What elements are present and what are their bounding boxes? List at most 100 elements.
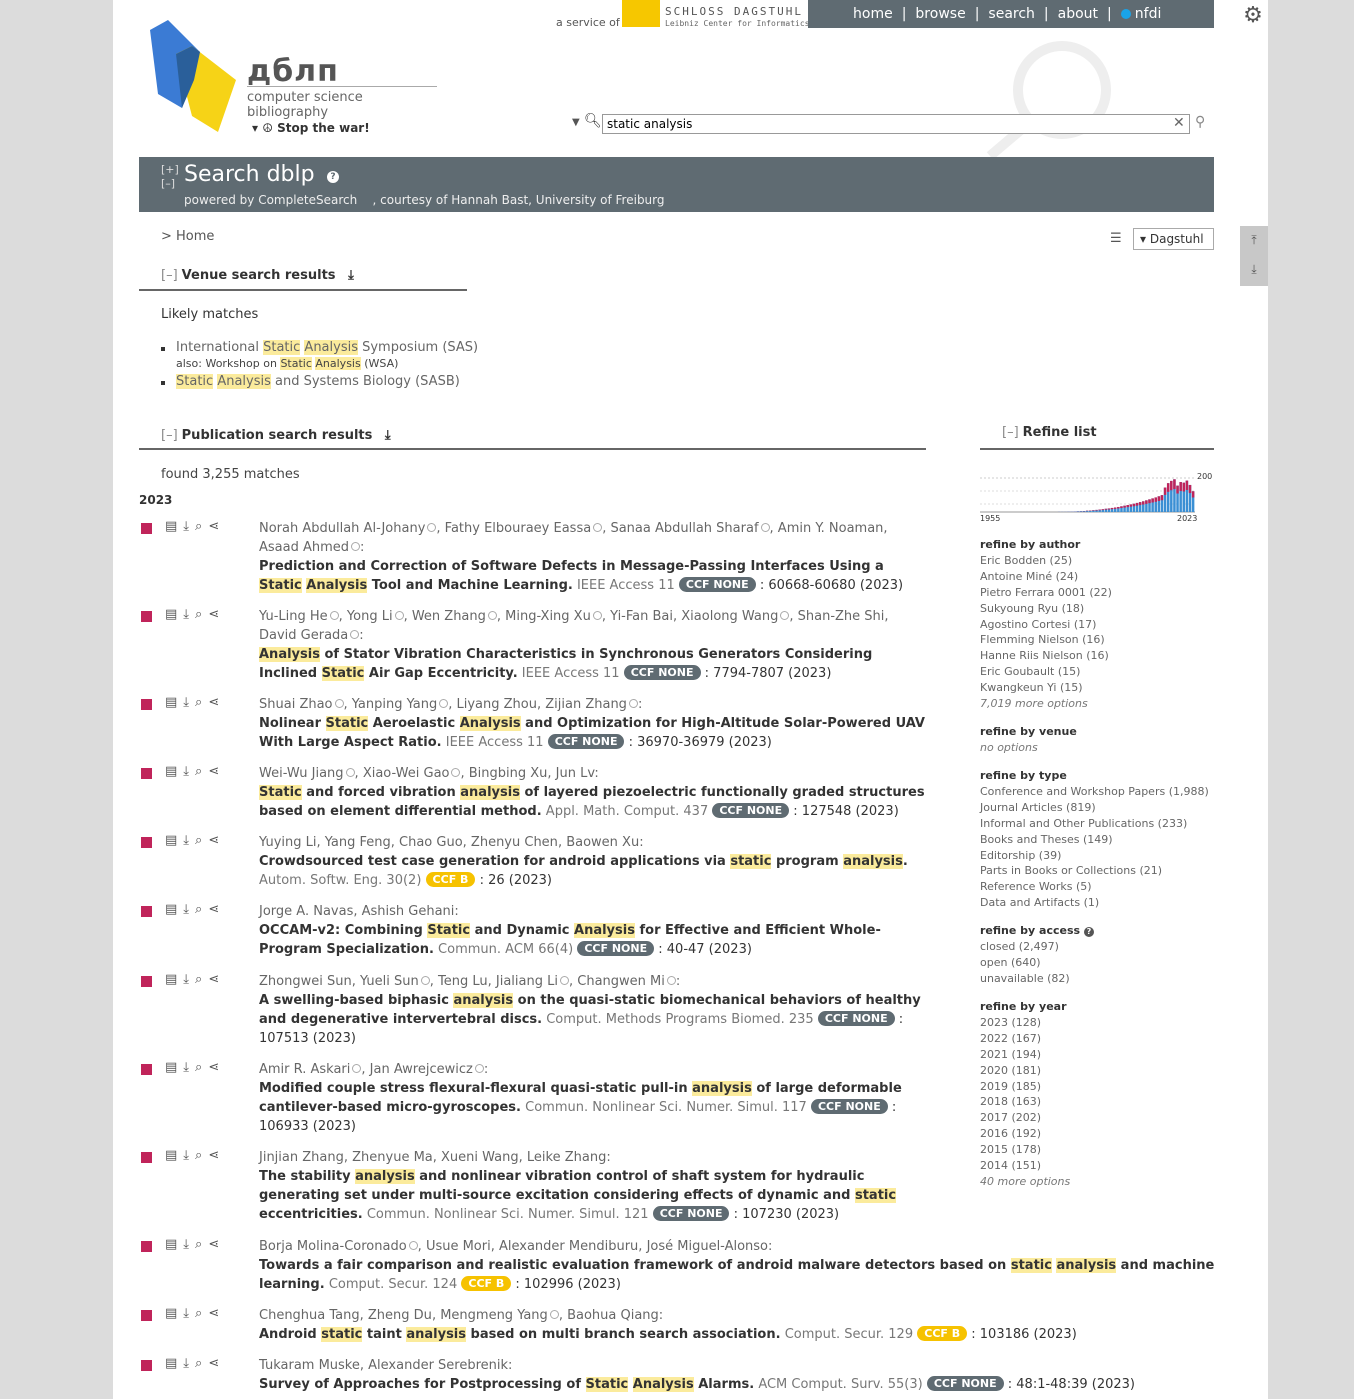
author-link[interactable]: Xiaolong Wang — [681, 609, 778, 624]
orcid-icon[interactable] — [451, 768, 461, 777]
refine-year-item[interactable]: 2021 (194) — [980, 1047, 1070, 1063]
orcid-icon[interactable] — [559, 976, 569, 985]
electronic-edition-icon[interactable]: ▤ — [165, 1060, 183, 1075]
entry-venue[interactable]: ACM Comput. Surv. 55(3) — [758, 1377, 922, 1392]
author-link[interactable]: Sanaa Abdullah Sharaf — [610, 521, 758, 536]
download-icon[interactable]: ⤓ — [385, 428, 391, 443]
lookup-icon[interactable]: ⌕ — [195, 695, 208, 710]
author-link[interactable]: Zijian Zhang — [545, 697, 627, 712]
lookup-icon[interactable]: ⌕ — [195, 1060, 208, 1075]
database-icon[interactable]: ☰ — [1110, 231, 1122, 246]
orcid-icon[interactable] — [334, 699, 344, 708]
orcid-icon[interactable] — [549, 1310, 559, 1319]
orcid-icon[interactable] — [427, 523, 437, 532]
orcid-icon[interactable] — [345, 768, 355, 777]
author-link[interactable]: Jun Lv — [556, 766, 595, 781]
refine-author-item[interactable]: Pietro Ferrara 0001 (22) — [980, 585, 1112, 601]
search-magnifier-icon[interactable]: 🔍︎ — [584, 113, 602, 129]
export-icon[interactable]: ⤓ — [183, 833, 195, 848]
refine-author-more[interactable]: 7,019 more options — [980, 696, 1112, 712]
author-link[interactable]: Yueli Sun — [360, 974, 419, 989]
lookup-icon[interactable]: ⌕ — [195, 764, 208, 779]
refine-access-item[interactable]: open (640) — [980, 955, 1094, 971]
share-icon[interactable]: ⋖ — [208, 607, 225, 622]
author-link[interactable]: Shuai Zhao — [259, 697, 333, 712]
author-link[interactable]: Bingbing Xu — [469, 766, 548, 781]
lookup-icon[interactable]: ⌕ — [195, 519, 208, 534]
open-access-icon[interactable]: ▤ — [165, 607, 183, 622]
venue-collapse-toggle[interactable]: [–] — [161, 268, 178, 283]
refine-type-item[interactable]: Informal and Other Publications (233) — [980, 816, 1209, 832]
refine-year-item[interactable]: 2018 (163) — [980, 1094, 1070, 1110]
orcid-icon[interactable] — [420, 976, 430, 985]
entry-venue[interactable]: IEEE Access 11 — [577, 578, 675, 593]
completesearch-link[interactable]: CompleteSearch — [258, 193, 357, 207]
refine-type-item[interactable]: Reference Works (5) — [980, 879, 1209, 895]
refine-type-item[interactable]: Editorship (39) — [980, 848, 1209, 864]
electronic-edition-icon[interactable]: ▤ — [165, 1306, 183, 1321]
search-help-icon[interactable]: ⚲ — [1195, 114, 1205, 130]
electronic-edition-icon[interactable]: ▤ — [165, 972, 183, 987]
lookup-icon[interactable]: ⌕ — [195, 607, 208, 622]
help-icon[interactable]: ? — [327, 171, 339, 183]
access-help-icon[interactable]: ? — [1083, 927, 1094, 937]
entry-venue[interactable]: Commun. Nonlinear Sci. Numer. Simul. 121 — [367, 1207, 649, 1222]
author-link[interactable]: Zhenyu Chen — [471, 835, 558, 850]
author-link[interactable]: Norah Abdullah Al-Johany — [259, 521, 425, 536]
author-link[interactable]: Teng Lu — [438, 974, 488, 989]
author-link[interactable]: Jialiang Li — [496, 974, 558, 989]
export-icon[interactable]: ⤓ — [183, 764, 195, 779]
author-link[interactable]: Zhongwei Sun — [259, 974, 352, 989]
open-access-icon[interactable]: ▤ — [165, 695, 183, 710]
refine-type-item[interactable]: Parts in Books or Collections (21) — [980, 863, 1209, 879]
share-icon[interactable]: ⋖ — [208, 972, 225, 987]
lookup-icon[interactable]: ⌕ — [195, 1356, 208, 1371]
nav-about[interactable]: about — [1058, 6, 1098, 22]
venue-item[interactable]: International Static Analysis Symposium … — [161, 340, 478, 355]
orcid-icon[interactable] — [474, 1064, 484, 1073]
refine-access-item[interactable]: closed (2,497) — [980, 939, 1094, 955]
entry-venue[interactable]: Comput. Secur. 129 — [785, 1327, 913, 1342]
orcid-icon[interactable] — [408, 1241, 418, 1250]
lookup-icon[interactable]: ⌕ — [195, 972, 208, 987]
breadcrumb[interactable]: > Home — [161, 229, 214, 244]
export-icon[interactable]: ⤓ — [183, 1356, 195, 1371]
share-icon[interactable]: ⋖ — [208, 519, 225, 534]
refine-author-item[interactable]: Antoine Miné (24) — [980, 569, 1112, 585]
lookup-icon[interactable]: ⌕ — [195, 1148, 208, 1163]
entry-venue[interactable]: Commun. ACM 66(4) — [438, 942, 573, 957]
author-link[interactable]: Leike Zhang — [527, 1150, 606, 1165]
author-link[interactable]: Baowen Xu — [566, 835, 639, 850]
publication-collapse-toggle[interactable]: [–] — [161, 428, 178, 443]
electronic-edition-icon[interactable]: ▤ — [165, 902, 183, 917]
download-icon[interactable]: ⤓ — [348, 268, 354, 283]
author-link[interactable]: Yuying Li — [259, 835, 316, 850]
orcid-icon[interactable] — [780, 611, 790, 620]
author-link[interactable]: Wen Zhang — [412, 609, 486, 624]
export-icon[interactable]: ⤓ — [183, 1306, 195, 1321]
nav-nfdi[interactable]: nfdi — [1120, 6, 1161, 22]
electronic-edition-icon[interactable]: ▤ — [165, 1356, 183, 1371]
orcid-icon[interactable] — [351, 542, 361, 551]
year-histogram-chart[interactable]: 1955 2023 200 — [980, 470, 1214, 526]
author-link[interactable]: Borja Molina-Coronado — [259, 1239, 407, 1254]
electronic-edition-icon[interactable]: ▤ — [165, 1237, 183, 1252]
refine-type-item[interactable]: Books and Theses (149) — [980, 832, 1209, 848]
share-icon[interactable]: ⋖ — [208, 902, 225, 917]
orcid-icon[interactable] — [628, 699, 638, 708]
settings-gear-icon[interactable]: ⚙ — [1241, 4, 1265, 28]
refine-author-item[interactable]: Eric Bodden (25) — [980, 553, 1112, 569]
electronic-edition-icon[interactable]: ▤ — [165, 764, 183, 779]
author-link[interactable]: Yong Li — [347, 609, 393, 624]
orcid-icon[interactable] — [329, 611, 339, 620]
entry-venue[interactable]: Comput. Methods Programs Biomed. 235 — [546, 1012, 813, 1027]
refine-author-item[interactable]: Eric Goubault (15) — [980, 664, 1112, 680]
author-link[interactable]: Ashish Gehani — [362, 904, 455, 919]
orcid-icon[interactable] — [350, 630, 360, 639]
author-link[interactable]: Alexander Serebrenik — [368, 1358, 508, 1373]
refine-year-item[interactable]: 2016 (192) — [980, 1126, 1070, 1142]
entry-venue[interactable]: Appl. Math. Comput. 437 — [546, 804, 708, 819]
electronic-edition-icon[interactable]: ▤ — [165, 833, 183, 848]
expand-collapse-icon[interactable]: [+] [–] — [161, 163, 179, 191]
stop-the-war-link[interactable]: ▾ ☮ Stop the war! — [252, 121, 370, 135]
